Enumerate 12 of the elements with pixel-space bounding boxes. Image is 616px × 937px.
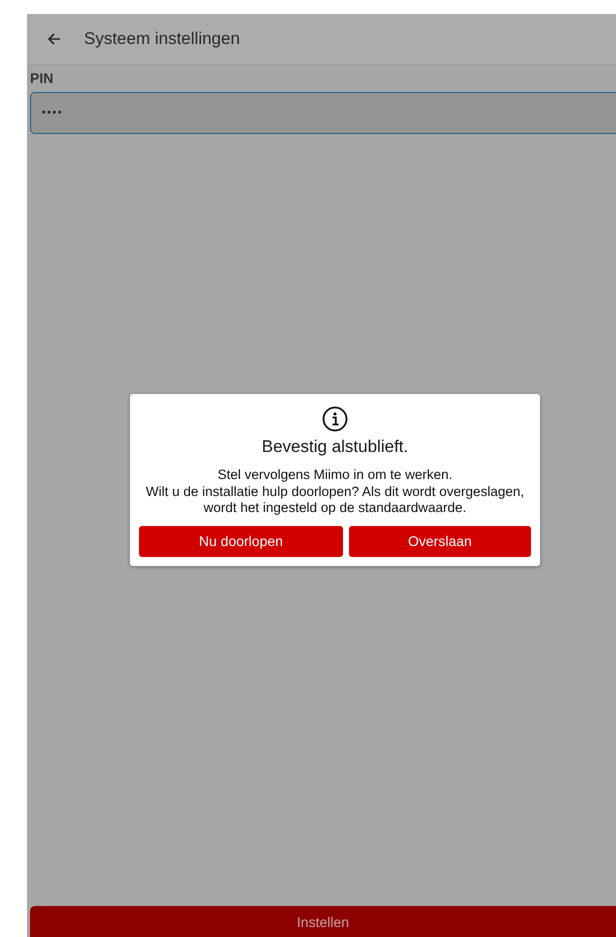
dialog-button[interactable]: Overslaan xyxy=(348,526,531,556)
pin-field[interactable]: ···· xyxy=(30,92,616,134)
pin-label: PIN xyxy=(30,70,54,86)
back-arrow-icon xyxy=(46,31,62,47)
dialog-button[interactable]: Nu doorlopen xyxy=(139,526,343,556)
info-icon xyxy=(322,406,348,432)
set-button[interactable]: Instellen xyxy=(30,906,616,937)
dialog-message: Wilt u de installatie hulp doorlopen? Als dit wordt overgeslagen, xyxy=(146,484,524,500)
dialog-message: Stel vervolgens Miimo in om te werken. xyxy=(218,467,452,484)
dialog-message: wordt het ingesteld op de standaardwaarde. xyxy=(204,500,466,516)
dialog-title: Bevestig alstublieft. xyxy=(262,437,408,457)
screen-title: Systeem instellingen xyxy=(84,29,240,49)
